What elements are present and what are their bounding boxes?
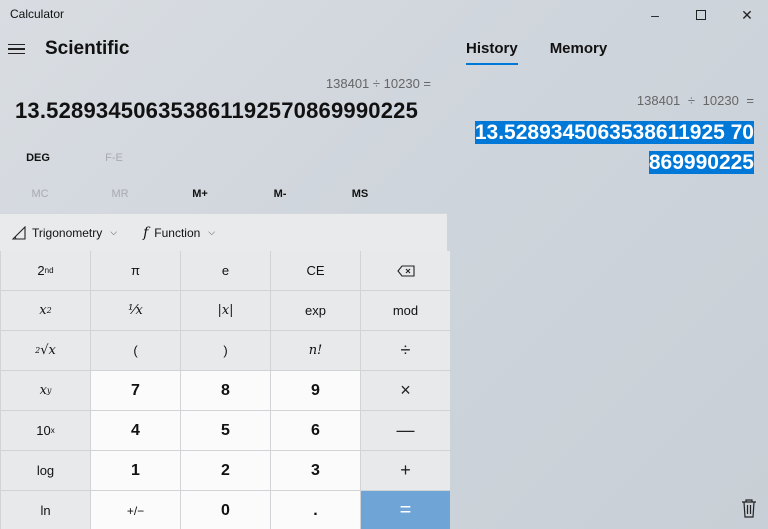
tab-history[interactable]: History [466, 40, 518, 65]
memory-add-button[interactable]: M+ [160, 188, 240, 200]
keypad: 2nd π e CE x2 ⅟x |x| exp mod 2 √x ( ) n! … [0, 251, 450, 529]
open-paren-button[interactable]: ( [91, 331, 180, 370]
digit-5-button[interactable]: 5 [181, 411, 270, 450]
history-tabs: History Memory [466, 40, 607, 65]
digit-7-button[interactable]: 7 [91, 371, 180, 410]
function-label: Function [154, 225, 201, 240]
mode-title: Scientific [45, 38, 130, 59]
memory-store-button[interactable]: MS [320, 188, 400, 200]
minimize-button[interactable]: – [632, 0, 678, 30]
history-entry-result[interactable]: 13.5289345063538611925 70 869990225 [450, 118, 754, 178]
divide-button[interactable]: ÷ [361, 331, 450, 370]
reciprocal-button[interactable]: ⅟x [91, 291, 180, 330]
trigonometry-label: Trigonometry [32, 225, 103, 240]
hamburger-menu-icon[interactable] [8, 40, 28, 58]
title-bar: Calculator – ✕ [0, 0, 768, 30]
chevron-down-icon: ⌵ [110, 227, 118, 237]
factorial-button[interactable]: n! [271, 331, 360, 370]
decimal-button[interactable]: . [271, 491, 360, 529]
plus-button[interactable]: + [361, 451, 450, 490]
digit-0-button[interactable]: 0 [181, 491, 270, 529]
app-title: Calculator [10, 7, 65, 21]
maximize-icon [696, 10, 706, 20]
maximize-button[interactable] [678, 0, 724, 30]
multiply-button[interactable]: × [361, 371, 450, 410]
digit-6-button[interactable]: 6 [271, 411, 360, 450]
negate-button[interactable]: +/− [91, 491, 180, 529]
angle-mode-row: DEG F-E [0, 152, 152, 164]
digit-8-button[interactable]: 8 [181, 371, 270, 410]
memory-clear-button[interactable]: MC [0, 188, 80, 200]
history-entry-expression[interactable]: 138401 ÷ 10230 = [637, 93, 754, 108]
history-result-line-2: 869990225 [648, 151, 754, 174]
mod-button[interactable]: mod [361, 291, 450, 330]
absolute-button[interactable]: |x| [181, 291, 270, 330]
exp-button[interactable]: exp [271, 291, 360, 330]
history-panel: History Memory 138401 ÷ 10230 = 13.52893… [452, 30, 768, 529]
fe-button[interactable]: F-E [76, 152, 152, 164]
result-display: 13.528934506353861192570869990225 [15, 98, 419, 123]
digit-4-button[interactable]: 4 [91, 411, 180, 450]
log-button[interactable]: log [1, 451, 90, 490]
ten-power-button[interactable]: 10 x [1, 411, 90, 450]
chevron-down-icon: ⌵ [208, 227, 216, 237]
close-paren-button[interactable]: ) [181, 331, 270, 370]
tab-memory[interactable]: Memory [550, 40, 608, 65]
equals-button[interactable]: = [361, 491, 450, 529]
memory-row: MC MR M+ M- MS [0, 188, 400, 200]
deg-button[interactable]: DEG [0, 152, 76, 164]
power-button[interactable]: xy [1, 371, 90, 410]
memory-subtract-button[interactable]: M- [240, 188, 320, 200]
digit-2-button[interactable]: 2 [181, 451, 270, 490]
square-button[interactable]: x2 [1, 291, 90, 330]
function-bar: Trigonometry ⌵ f Function ⌵ [0, 213, 447, 251]
function-dropdown[interactable]: f Function ⌵ [143, 225, 215, 241]
function-icon: f [143, 224, 149, 241]
history-result-line-1: 13.5289345063538611925 70 [474, 121, 754, 144]
backspace-button[interactable] [361, 251, 450, 290]
digit-1-button[interactable]: 1 [91, 451, 180, 490]
minus-button[interactable]: — [361, 411, 450, 450]
digit-9-button[interactable]: 9 [271, 371, 360, 410]
close-button[interactable]: ✕ [724, 0, 768, 30]
triangle-ruler-icon [12, 225, 26, 240]
pi-button[interactable]: π [91, 251, 180, 290]
ln-button[interactable]: ln [1, 491, 90, 529]
digit-3-button[interactable]: 3 [271, 451, 360, 490]
clear-entry-button[interactable]: CE [271, 251, 360, 290]
expression-display: 138401 ÷ 10230 = [325, 76, 431, 91]
square-root-button[interactable]: 2 √x [1, 331, 90, 370]
memory-recall-button[interactable]: MR [80, 188, 160, 200]
e-button[interactable]: e [181, 251, 270, 290]
second-function-button[interactable]: 2nd [1, 251, 90, 290]
trigonometry-dropdown[interactable]: Trigonometry ⌵ [12, 225, 118, 240]
trash-icon[interactable] [741, 498, 757, 518]
backspace-icon [396, 264, 415, 277]
